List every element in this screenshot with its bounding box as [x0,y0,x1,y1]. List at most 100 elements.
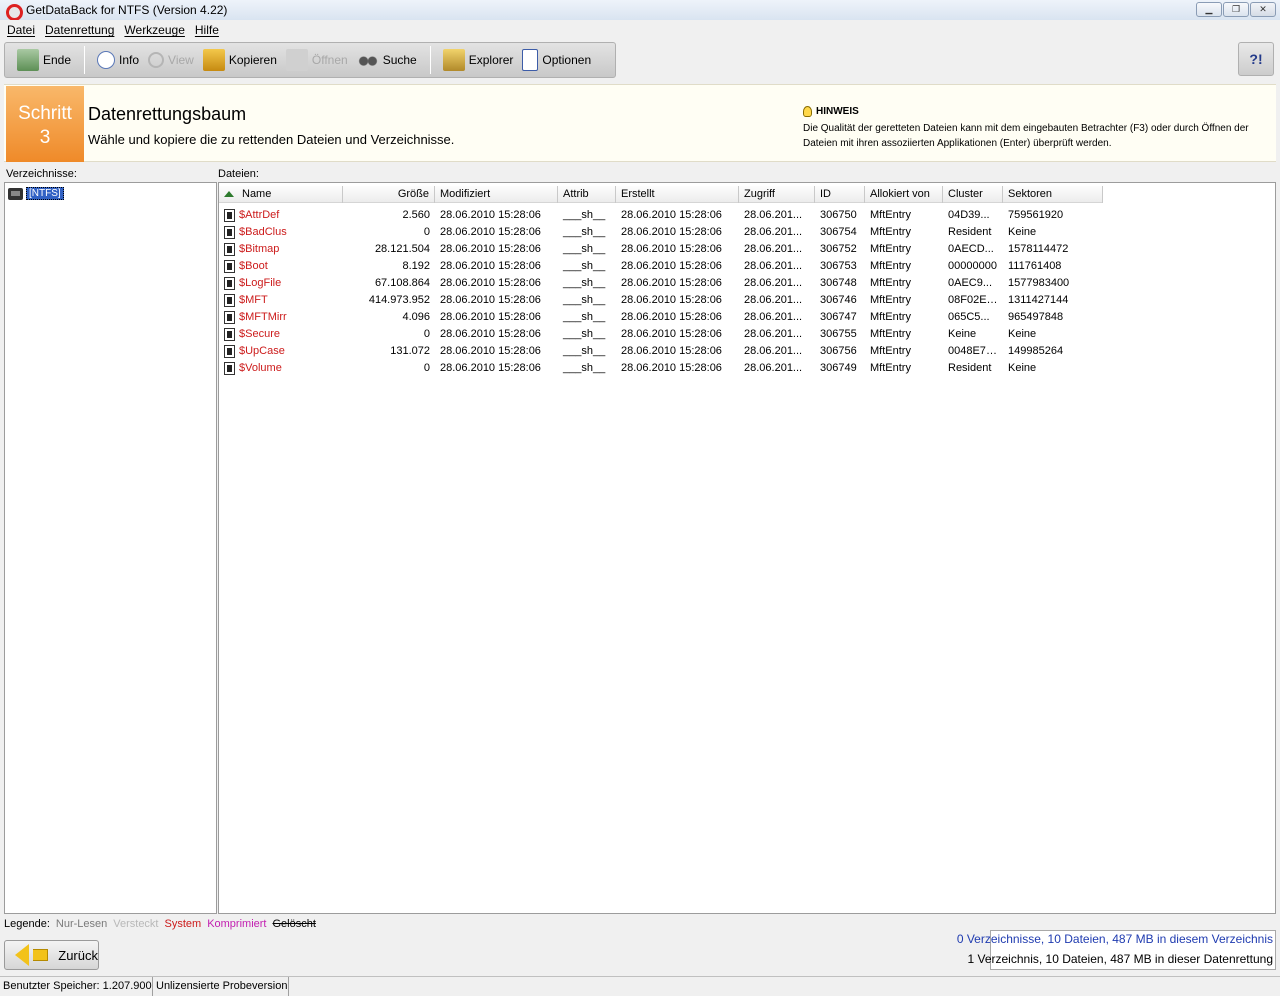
menu-datei[interactable]: Datei [2,23,40,37]
menu-bar: Datei Datenrettung Werkzeuge Hilfe [0,20,1280,40]
file-icon [224,260,235,273]
step-badge: Schritt 3 [6,86,84,162]
legend-hidden: Versteckt [113,918,159,930]
cell-modified: 28.06.2010 15:28:06 [440,328,541,340]
file-row[interactable]: $Volume 0 28.06.2010 15:28:06 ___sh__ 28.06.… [219,360,1103,377]
help-button[interactable]: ?! [1238,42,1274,76]
optionen-button[interactable]: Optionen [518,46,596,74]
file-row[interactable]: $MFTMirr 4.096 28.06.2010 15:28:06 ___sh__ 2… [219,309,1103,326]
cell-sectors: Keine [1008,226,1037,238]
cell-id: 306753 [820,260,857,272]
suche-button[interactable]: Suche [353,46,422,74]
cell-attrib: ___sh__ [563,328,606,340]
column-header-modified[interactable]: Modifiziert [435,186,558,203]
cell-accessed: 28.06.201... [744,260,803,272]
cell-name: $BadClus [219,224,343,241]
cell-sectors: Keine [1008,328,1037,340]
tree-node-ntfs[interactable]: [NTFS] [8,187,64,200]
cell-cluster: 0AEC9... [948,277,993,289]
back-button[interactable]: Zurück [4,940,99,970]
ende-button[interactable]: Ende [13,46,76,74]
cell-allocated-by: MftEntry [870,328,911,340]
cell-sectors: 1578114472 [1008,243,1069,255]
files-label: Dateien: [218,168,259,180]
column-header-cluster[interactable]: Cluster [943,186,1003,203]
info-button[interactable]: Info [93,46,144,74]
status-bar: Benutzter Speicher: 1.207.900 Unlizensie… [0,976,1280,996]
cell-cluster: Keine [948,328,977,340]
cell-name: $Boot [219,258,343,275]
column-header-allocated-by[interactable]: Allokiert von [865,186,943,203]
file-row[interactable]: $Secure 0 28.06.2010 15:28:06 ___sh__ 28.06.… [219,326,1103,343]
file-name: $Volume [239,362,282,374]
cell-accessed: 28.06.201... [744,209,803,221]
cell-name: $LogFile [219,275,343,292]
column-header-accessed[interactable]: Zugriff [739,186,815,203]
cell-sectors: Keine [1008,362,1037,374]
cell-cluster: 04D39... [948,209,990,221]
file-row[interactable]: $AttrDef 2.560 28.06.2010 15:28:06 ___sh__ 2… [219,207,1103,224]
cell-cluster: 0048E7FE [948,345,1000,357]
file-icon [224,226,235,239]
column-header-name[interactable]: Name [219,186,343,203]
cell-id: 306747 [820,311,857,323]
cell-id: 306746 [820,294,857,306]
cell-created: 28.06.2010 15:28:06 [621,345,722,357]
column-header-id[interactable]: ID [815,186,865,203]
hint-title: HINWEIS [816,106,859,117]
cell-modified: 28.06.2010 15:28:06 [440,209,541,221]
cell-size: 67.108.864 [374,277,430,289]
back-button-label: Zurück [58,947,98,963]
step-badge-number: 3 [39,127,51,148]
directory-tree[interactable]: [NTFS] [4,182,217,914]
cell-name: $MFTMirr [219,309,343,326]
cell-attrib: ___sh__ [563,311,606,323]
optionen-label: Optionen [542,53,592,67]
column-header-created[interactable]: Erstellt [616,186,739,203]
file-row[interactable]: $UpCase 131.072 28.06.2010 15:28:06 ___sh__… [219,343,1103,360]
menu-hilfe[interactable]: Hilfe [190,23,224,37]
cell-name: $Volume [219,360,343,377]
file-row[interactable]: $Bitmap 28.121.504 28.06.2010 15:28:06 ___s… [219,241,1103,258]
menu-datenrettung[interactable]: Datenrettung [40,23,119,37]
app-lifebuoy-icon [4,2,23,21]
view-button[interactable]: View [144,46,199,74]
cell-accessed: 28.06.201... [744,226,803,238]
explorer-button[interactable]: Explorer [439,46,519,74]
legend-readonly: Nur-Lesen [55,918,108,930]
column-name-label: Name [242,188,272,200]
toolbar-separator [429,46,431,74]
column-header-sectors[interactable]: Sektoren [1003,186,1103,203]
maximize-button[interactable]: ❐ [1223,2,1249,17]
checklist-icon [522,49,539,71]
file-name: $AttrDef [239,209,280,221]
info-label: Info [119,53,140,67]
drive-icon [8,187,23,200]
menu-werkzeuge[interactable]: Werkzeuge [119,23,189,37]
file-name: $Boot [239,260,268,272]
cell-accessed: 28.06.201... [744,277,803,289]
minimize-button[interactable]: ▁ [1196,2,1222,17]
cell-cluster: Resident [948,362,992,374]
cell-modified: 28.06.2010 15:28:06 [440,226,541,238]
file-name: $LogFile [239,277,282,289]
file-list[interactable]: Name Größe Modifiziert Attrib Erstellt Z… [218,182,1276,914]
cell-accessed: 28.06.201... [744,294,803,306]
file-icon [224,345,235,358]
window-controls: ▁ ❐ ✕ [1196,2,1276,17]
summary-box: 0 Verzeichnisse, 10 Dateien, 487 MB in d… [957,930,1276,970]
file-row[interactable]: $LogFile 67.108.864 28.06.2010 15:28:06 ___… [219,275,1103,292]
cell-allocated-by: MftEntry [870,345,911,357]
step-badge-word: Schritt [18,103,72,124]
file-row[interactable]: $Boot 8.192 28.06.2010 15:28:06 ___sh__ 28.0… [219,258,1103,275]
cell-id: 306749 [820,362,857,374]
tree-node-label[interactable]: [NTFS] [26,187,64,200]
column-header-attrib[interactable]: Attrib [558,186,616,203]
cell-sectors: 759561920 [1008,209,1064,221]
column-header-size[interactable]: Größe [343,186,435,203]
file-row[interactable]: $MFT 414.973.952 28.06.2010 15:28:06 ___sh_… [219,292,1103,309]
kopieren-button[interactable]: Kopieren [199,46,282,74]
oeffnen-button[interactable]: Öffnen [282,46,353,74]
file-row[interactable]: $BadClus 0 28.06.2010 15:28:06 ___sh__ 28.06… [219,224,1103,241]
close-button[interactable]: ✕ [1250,2,1276,17]
